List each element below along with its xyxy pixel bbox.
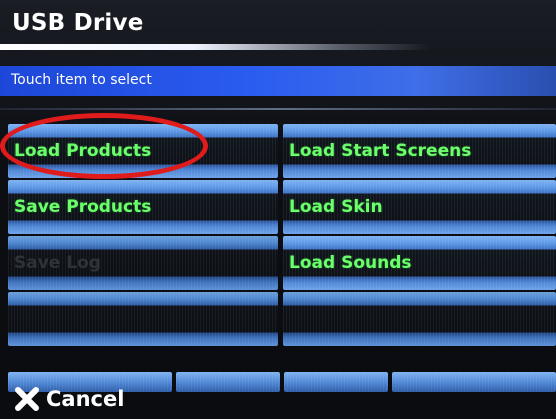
save-products-label: Save Products bbox=[14, 197, 152, 217]
save-log-label: Save Log bbox=[14, 253, 101, 273]
cancel-button[interactable]: Cancel bbox=[14, 384, 164, 414]
empty-slot-left bbox=[8, 292, 278, 346]
save-products-button[interactable]: Save Products bbox=[8, 180, 278, 234]
screen-title: USB Drive bbox=[12, 10, 144, 36]
softkey-strip-3 bbox=[284, 372, 388, 392]
load-sounds-label: Load Sounds bbox=[289, 253, 412, 273]
usb-drive-screen: USB Drive Touch item to select Load Prod… bbox=[0, 0, 556, 419]
load-sounds-button[interactable]: Load Sounds bbox=[283, 236, 556, 290]
load-skin-label: Load Skin bbox=[289, 197, 383, 217]
cancel-label: Cancel bbox=[46, 387, 125, 411]
highlight-annotation-ring bbox=[0, 113, 208, 179]
instruction-bar: Touch item to select bbox=[0, 66, 556, 96]
save-log-button: Save Log bbox=[8, 236, 278, 290]
empty-slot-right bbox=[283, 292, 556, 346]
title-underline bbox=[0, 44, 430, 50]
close-x-icon bbox=[14, 386, 40, 412]
instruction-text: Touch item to select bbox=[11, 72, 152, 88]
load-start-screens-label: Load Start Screens bbox=[289, 141, 472, 161]
softkey-strip-2 bbox=[176, 372, 280, 392]
divider bbox=[0, 108, 556, 110]
softkey-strip-4 bbox=[392, 372, 556, 392]
load-skin-button[interactable]: Load Skin bbox=[283, 180, 556, 234]
load-start-screens-button[interactable]: Load Start Screens bbox=[283, 124, 556, 178]
